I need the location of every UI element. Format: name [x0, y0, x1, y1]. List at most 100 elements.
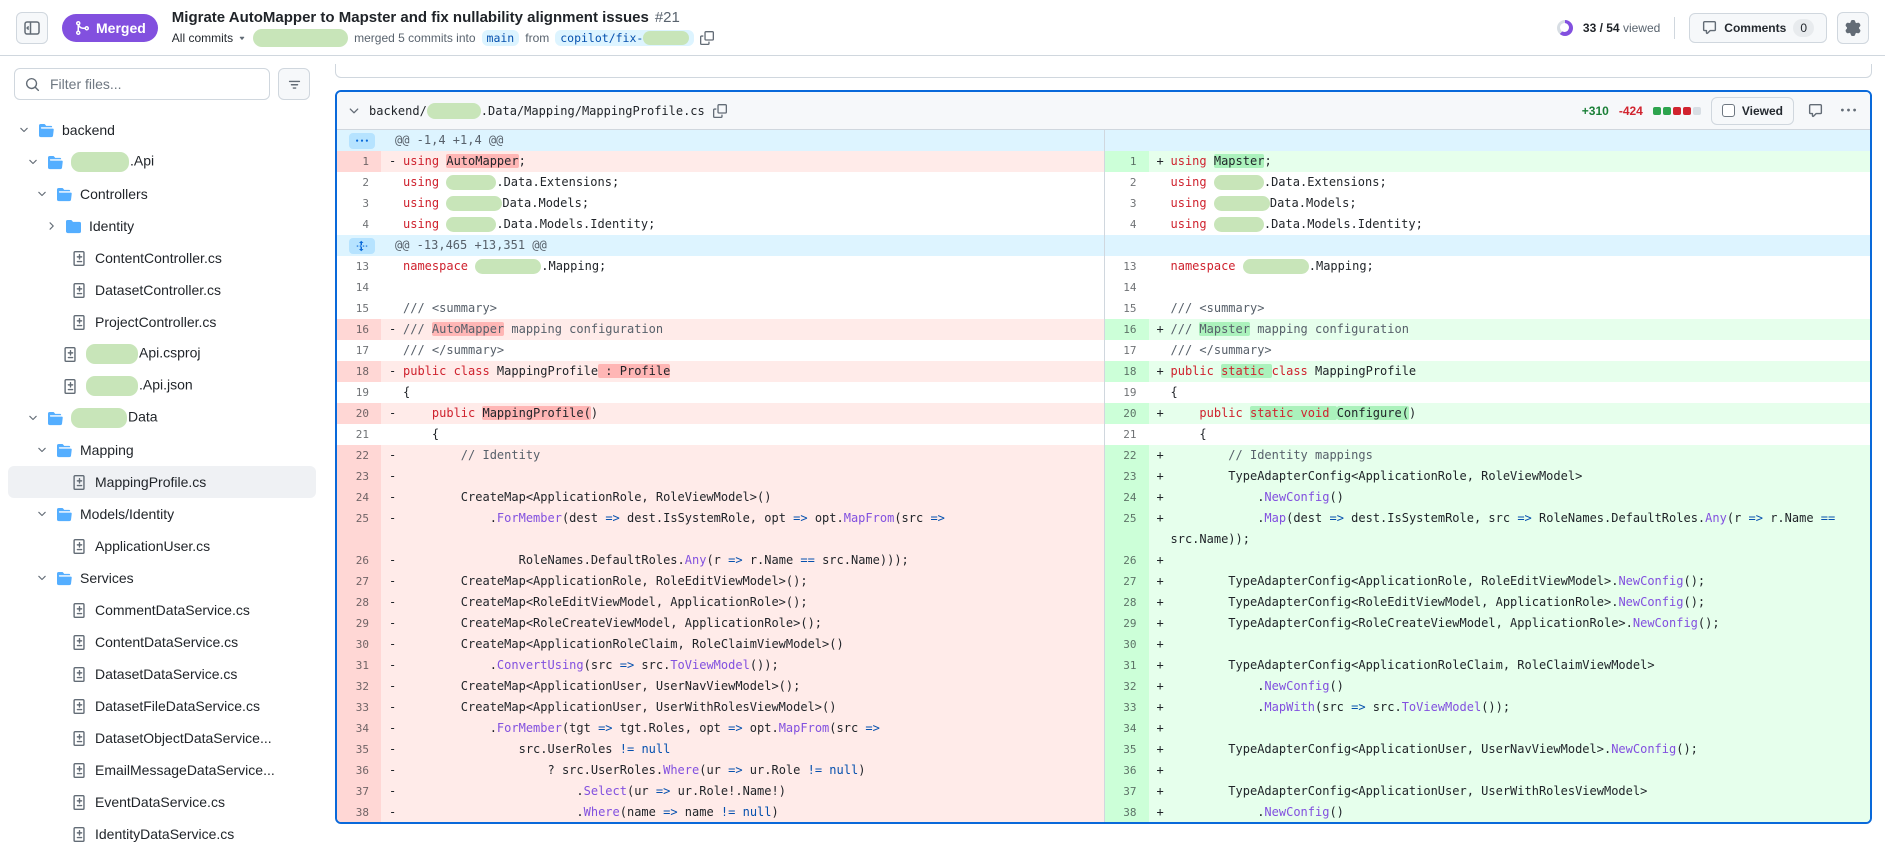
line-number[interactable]: 17 [337, 340, 381, 361]
tree-item--api[interactable]: .Api [8, 146, 316, 178]
line-number[interactable]: 36 [337, 760, 381, 781]
line-number[interactable]: 21 [1105, 424, 1149, 445]
line-number[interactable]: 28 [337, 592, 381, 613]
tree-item-eventdataservice-cs[interactable]: EventDataService.cs [8, 786, 316, 818]
line-number[interactable]: 20 [337, 403, 381, 424]
line-number[interactable]: 17 [1105, 340, 1149, 361]
tree-item-datasetfiledataservice-cs[interactable]: DatasetFileDataService.cs [8, 690, 316, 722]
line-number[interactable]: 27 [1105, 571, 1149, 592]
line-number[interactable]: 32 [1105, 676, 1149, 697]
line-number[interactable]: 35 [1105, 739, 1149, 760]
file-path[interactable]: backend/.Data/Mapping/MappingProfile.cs [369, 103, 705, 119]
line-number[interactable]: 24 [1105, 487, 1149, 508]
line-number[interactable]: 39 [1105, 823, 1149, 824]
tree-item-datasetdataservice-cs[interactable]: DatasetDataService.cs [8, 658, 316, 690]
line-number[interactable]: 28 [1105, 592, 1149, 613]
line-number[interactable]: 38 [1105, 802, 1149, 823]
tree-item-api-csproj[interactable]: Api.csproj [8, 338, 316, 370]
tree-item-mappingprofile-cs[interactable]: MappingProfile.cs [8, 466, 316, 498]
line-number[interactable]: 18 [1105, 361, 1149, 382]
line-number[interactable]: 38 [337, 802, 381, 823]
file-filter-button[interactable] [278, 68, 310, 100]
line-number[interactable]: 13 [1105, 256, 1149, 277]
copy-path-icon[interactable] [713, 104, 727, 118]
tree-item-controllers[interactable]: Controllers [8, 178, 316, 210]
line-number[interactable]: 37 [337, 781, 381, 802]
tree-item-applicationuser-cs[interactable]: ApplicationUser.cs [8, 530, 316, 562]
line-number[interactable]: 35 [337, 739, 381, 760]
tree-item-data[interactable]: Data [8, 402, 316, 434]
line-number[interactable]: 32 [337, 676, 381, 697]
tree-item-backend[interactable]: backend [8, 114, 316, 146]
line-number[interactable]: 4 [1105, 214, 1149, 235]
line-number[interactable]: 18 [337, 361, 381, 382]
collapse-file-chevron-icon[interactable] [347, 104, 361, 118]
line-number[interactable]: 30 [1105, 634, 1149, 655]
tree-item--api-json[interactable]: .Api.json [8, 370, 316, 402]
line-number[interactable]: 4 [337, 214, 381, 235]
tree-item-contentcontroller-cs[interactable]: ContentController.cs [8, 242, 316, 274]
line-number[interactable]: 22 [337, 445, 381, 466]
tree-item-projectcontroller-cs[interactable]: ProjectController.cs [8, 306, 316, 338]
line-number[interactable]: 22 [1105, 445, 1149, 466]
expand-hunk-button[interactable] [349, 133, 375, 149]
line-number[interactable]: 13 [337, 256, 381, 277]
tree-item-commentdataservice-cs[interactable]: CommentDataService.cs [8, 594, 316, 626]
line-number[interactable]: 24 [337, 487, 381, 508]
comments-button[interactable]: Comments 0 [1689, 13, 1827, 43]
tree-item-contentdataservice-cs[interactable]: ContentDataService.cs [8, 626, 316, 658]
line-number[interactable]: 27 [337, 571, 381, 592]
file-options-kebab-button[interactable] [1837, 101, 1860, 120]
tree-item-datasetcontroller-cs[interactable]: DatasetController.cs [8, 274, 316, 306]
file-comment-button[interactable] [1804, 101, 1827, 120]
line-number[interactable]: 15 [1105, 298, 1149, 319]
line-number[interactable]: 19 [337, 382, 381, 403]
line-number[interactable]: 23 [337, 466, 381, 487]
line-number[interactable]: 15 [337, 298, 381, 319]
head-branch-label[interactable]: copilot/fix- [555, 30, 694, 46]
tree-item-mapping[interactable]: Mapping [8, 434, 316, 466]
unfold-hunk-button[interactable] [349, 238, 375, 254]
line-number[interactable]: 20 [1105, 403, 1149, 424]
viewed-checkbox[interactable] [1722, 104, 1735, 117]
line-number[interactable]: 16 [1105, 319, 1149, 340]
line-number[interactable]: 23 [1105, 466, 1149, 487]
line-number[interactable]: 33 [337, 697, 381, 718]
line-number[interactable]: 26 [337, 550, 381, 571]
viewed-toggle-button[interactable]: Viewed [1711, 97, 1794, 125]
line-number[interactable]: 33 [1105, 697, 1149, 718]
line-number[interactable]: 26 [1105, 550, 1149, 571]
line-number[interactable]: 14 [1105, 277, 1149, 298]
filter-files-field[interactable] [14, 68, 270, 100]
line-number[interactable]: 25 [1105, 508, 1149, 550]
line-number[interactable]: 25 [337, 508, 381, 550]
line-number[interactable]: 37 [1105, 781, 1149, 802]
line-number[interactable]: 3 [337, 193, 381, 214]
copy-branch-icon[interactable] [700, 31, 714, 45]
diff-settings-button[interactable] [1837, 12, 1869, 44]
line-number[interactable]: 19 [1105, 382, 1149, 403]
toggle-sidebar-button[interactable] [16, 12, 48, 44]
tree-item-services[interactable]: Services [8, 562, 316, 594]
tree-item-identitydataservice-cs[interactable]: IdentityDataService.cs [8, 818, 316, 850]
tree-item-models-identity[interactable]: Models/Identity [8, 498, 316, 530]
line-number[interactable]: 2 [337, 172, 381, 193]
tree-item-datasetobjectdataservice-[interactable]: DatasetObjectDataService... [8, 722, 316, 754]
line-number[interactable]: 2 [1105, 172, 1149, 193]
line-number[interactable]: 1 [337, 151, 381, 172]
line-number[interactable]: 39 [337, 823, 381, 824]
line-number[interactable]: 29 [337, 613, 381, 634]
line-number[interactable]: 3 [1105, 193, 1149, 214]
line-number[interactable]: 1 [1105, 151, 1149, 172]
line-number[interactable]: 21 [337, 424, 381, 445]
filter-files-input[interactable] [48, 75, 259, 93]
tree-item-identity[interactable]: Identity [8, 210, 316, 242]
line-number[interactable]: 14 [337, 277, 381, 298]
line-number[interactable]: 30 [337, 634, 381, 655]
line-number[interactable]: 34 [337, 718, 381, 739]
line-number[interactable]: 31 [1105, 655, 1149, 676]
line-number[interactable]: 31 [337, 655, 381, 676]
line-number[interactable]: 36 [1105, 760, 1149, 781]
tree-item-emailmessagedataservice-[interactable]: EmailMessageDataService... [8, 754, 316, 786]
line-number[interactable]: 34 [1105, 718, 1149, 739]
